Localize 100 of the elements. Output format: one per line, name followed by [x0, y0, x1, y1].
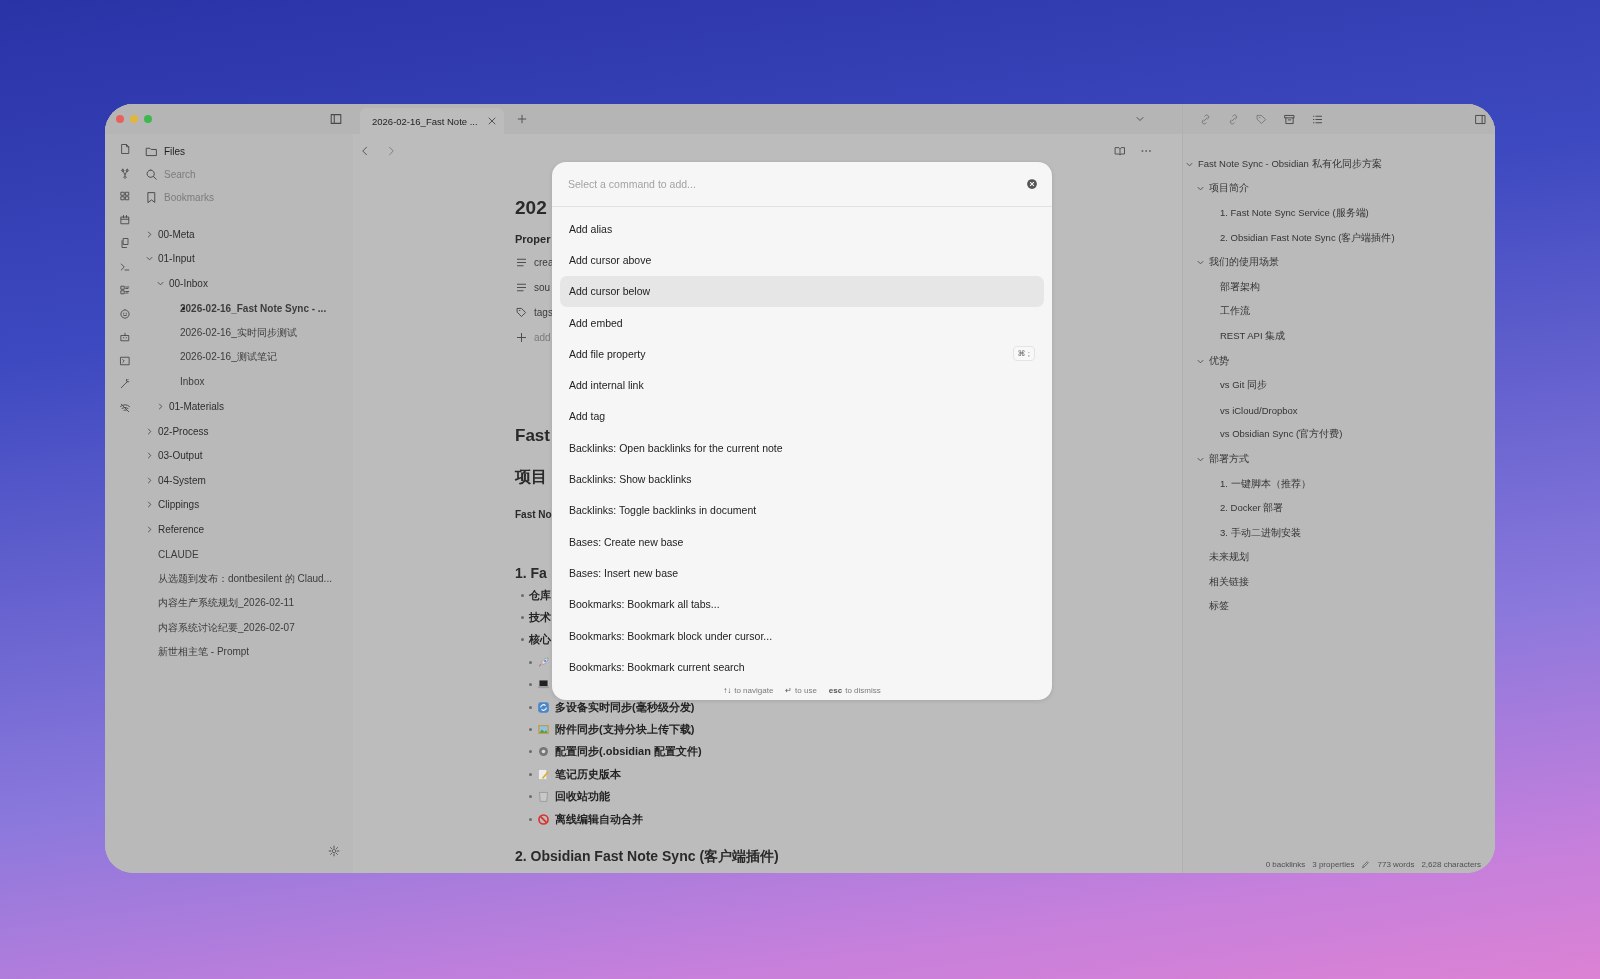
note-tab[interactable]: 2026-02-16_Fast Note ... — [360, 108, 504, 134]
wifi-off-icon[interactable] — [119, 401, 131, 414]
word-count: 773 words — [1377, 860, 1415, 869]
file-tree-item[interactable]: 00-Inbox — [145, 271, 353, 296]
calendar-icon[interactable] — [119, 213, 131, 226]
command-item[interactable]: Bookmarks: Bookmark all tabs... — [560, 588, 1044, 620]
outline-item[interactable]: 相关链接 — [1185, 570, 1495, 595]
folder-icon — [145, 145, 158, 158]
file-tree-item[interactable]: 01-Input — [145, 246, 353, 272]
outline-item[interactable]: 1. Fast Note Sync Service (服务端) — [1185, 201, 1495, 226]
pencil-icon[interactable] — [1361, 860, 1371, 869]
sidebar-nav-item[interactable]: Files — [145, 140, 353, 163]
branch-icon[interactable] — [119, 166, 131, 179]
clear-icon[interactable] — [1026, 178, 1038, 190]
book-icon[interactable] — [1114, 145, 1126, 157]
outline-item[interactable]: 部署架构 — [1185, 274, 1495, 300]
memo-icon — [537, 767, 550, 781]
outline-item[interactable]: 优势 — [1185, 348, 1495, 374]
file-tree-item[interactable]: 00-Meta — [145, 222, 353, 247]
command-item[interactable]: Add alias — [560, 213, 1044, 245]
command-item[interactable]: Add cursor above — [560, 244, 1044, 276]
outline-item[interactable]: vs Git 同步 — [1185, 373, 1495, 398]
tag-icon — [515, 306, 528, 319]
file-tree-item[interactable]: 2026-02-16_Fast Note Sync - ... — [145, 295, 353, 321]
document-icon[interactable] — [119, 143, 131, 155]
outline-item[interactable]: Fast Note Sync - Obsidian 私有化同步方案 — [1185, 152, 1495, 177]
command-item[interactable]: Bookmarks: Bookmark current search — [560, 651, 1044, 680]
outline-item[interactable]: 我们的使用场景 — [1185, 250, 1495, 275]
gear-icon — [537, 745, 550, 759]
outline-item[interactable]: vs Obsidian Sync (官方付费) — [1185, 422, 1495, 448]
command-item[interactable]: Add file property ⌘ ; — [560, 338, 1044, 370]
image-icon — [537, 723, 550, 737]
section-heading: 2. Obsidian Fast Note Sync (客户端插件) — [515, 847, 779, 867]
console-icon[interactable] — [119, 354, 131, 367]
outline-item[interactable]: vs iCloud/Dropbox — [1185, 397, 1495, 423]
command-item[interactable]: Backlinks: Open backlinks for the current note — [560, 432, 1044, 464]
bullet-text: 离线编辑自动合并 — [555, 811, 643, 827]
command-item[interactable]: Add embed — [560, 306, 1044, 339]
command-item[interactable]: Bookmarks: Bookmark block under cursor... — [560, 619, 1044, 652]
backlinks-count[interactable]: 0 backlinks — [1265, 860, 1306, 869]
bullet-text: 多设备实时同步(毫秒级分发) — [555, 699, 695, 715]
outline-item[interactable]: REST API 集成 — [1185, 324, 1495, 349]
file-tree-item[interactable]: 从选题到发布：dontbesilent 的 Claud... — [145, 566, 353, 591]
file-tree-item[interactable]: 内容系统讨论纪要_2026-02-07 — [145, 615, 353, 641]
file-tree-item[interactable]: 新世相主笔 - Prompt — [145, 640, 353, 665]
outline-item[interactable]: 3. 手动二进制安装 — [1185, 520, 1495, 546]
file-tree-item[interactable]: 02-Process — [145, 418, 353, 444]
command-search-field[interactable]: Select a command to add... — [568, 178, 1026, 190]
outline-item[interactable]: 项目简介 — [1185, 176, 1495, 202]
file-tree-item[interactable]: 03-Output — [145, 443, 353, 468]
outline-item[interactable]: 标签 — [1185, 594, 1495, 620]
archive-icon[interactable] — [1283, 112, 1296, 126]
file-tree-item[interactable]: 2026-02-16_实时同步测试 — [145, 320, 353, 345]
terminal-icon[interactable] — [119, 260, 131, 273]
bullet-text: 仓库 — [529, 587, 551, 603]
file-tree-item[interactable]: 01-Materials — [145, 394, 353, 419]
search-icon — [145, 168, 158, 181]
outline-item[interactable]: 2. Docker 部署 — [1185, 496, 1495, 521]
command-item[interactable]: Add tag — [560, 400, 1044, 433]
command-item[interactable]: Add cursor below — [560, 275, 1044, 307]
file-tree-item[interactable]: Clippings — [145, 492, 353, 518]
text-lines-icon — [515, 281, 528, 294]
file-tree-item[interactable]: CLAUDE — [145, 541, 353, 567]
magic-wand-icon[interactable] — [119, 378, 131, 390]
tag-icon[interactable] — [1255, 112, 1268, 126]
hint-text: to use — [795, 685, 817, 695]
command-item[interactable]: Backlinks: Toggle backlinks in document — [560, 494, 1044, 526]
bullet-text: 笔记历史版本 — [555, 766, 621, 782]
file-tree-item[interactable]: 04-System — [145, 467, 353, 493]
outline-item[interactable]: 未来规划 — [1185, 545, 1495, 571]
command-item[interactable]: Backlinks: Show backlinks — [560, 463, 1044, 495]
bullet-text: 核心 — [529, 632, 551, 648]
list-icon[interactable] — [119, 284, 131, 296]
settings-icon[interactable] — [328, 845, 340, 857]
file-tree-item[interactable]: 内容生产系统规划_2026-02-11 — [145, 590, 353, 616]
property-name: tags — [534, 307, 553, 318]
command-item[interactable]: Add internal link — [560, 369, 1044, 401]
hint-text: to navigate — [734, 685, 774, 695]
outline-item[interactable]: 2. Obsidian Fast Note Sync (客户端插件) — [1185, 225, 1495, 251]
outline-item[interactable]: 1. 一键脚本（推荐） — [1185, 471, 1495, 497]
copy-icon[interactable] — [119, 237, 131, 249]
sidebar-toggle-icon[interactable] — [329, 112, 343, 126]
file-tree-item[interactable]: 2026-02-16_测试笔记 — [145, 344, 353, 370]
command-item[interactable]: Bases: Insert new base — [560, 557, 1044, 589]
new-tab-icon[interactable] — [515, 113, 528, 125]
outline-item[interactable]: 部署方式 — [1185, 447, 1495, 472]
outline-item[interactable]: 工作流 — [1185, 299, 1495, 325]
note-title: 202 — [515, 196, 547, 220]
link-icon[interactable] — [1199, 112, 1212, 126]
file-tree-item[interactable]: Inbox — [145, 369, 353, 395]
grid-icon[interactable] — [119, 190, 131, 202]
robot-icon[interactable] — [119, 331, 131, 343]
plus-icon[interactable] — [515, 331, 528, 344]
link-icon[interactable] — [1227, 112, 1240, 126]
right-sidebar-toggle-icon[interactable] — [1474, 112, 1487, 126]
smiley-icon[interactable] — [119, 307, 131, 320]
file-tree-item[interactable]: Reference — [145, 517, 353, 542]
note-heading: Fast — [515, 425, 550, 447]
command-item[interactable]: Bases: Create new base — [560, 525, 1044, 558]
hotkey: ⌘ ; — [1012, 346, 1035, 362]
